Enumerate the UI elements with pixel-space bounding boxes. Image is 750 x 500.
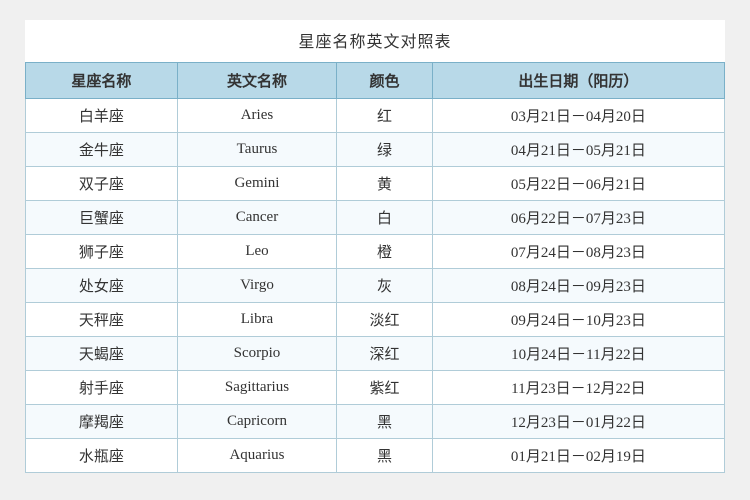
cell-color: 紫红 [337, 371, 433, 405]
cell-date: 09月24日－10月23日 [432, 303, 724, 337]
cell-zh: 金牛座 [26, 133, 178, 167]
table-row: 天蝎座 Scorpio 深红 10月24日－11月22日 [26, 337, 725, 371]
cell-date: 07月24日－08月23日 [432, 235, 724, 269]
cell-en: Virgo [177, 269, 337, 303]
cell-color: 橙 [337, 235, 433, 269]
cell-en: Capricorn [177, 405, 337, 439]
table-header-row: 星座名称 英文名称 颜色 出生日期（阳历） [26, 63, 725, 99]
cell-zh: 狮子座 [26, 235, 178, 269]
table-row: 射手座 Sagittarius 紫红 11月23日－12月22日 [26, 371, 725, 405]
cell-zh: 双子座 [26, 167, 178, 201]
cell-zh: 天蝎座 [26, 337, 178, 371]
cell-color: 黄 [337, 167, 433, 201]
cell-date: 10月24日－11月22日 [432, 337, 724, 371]
cell-en: Cancer [177, 201, 337, 235]
table-row: 白羊座 Aries 红 03月21日－04月20日 [26, 99, 725, 133]
cell-date: 04月21日－05月21日 [432, 133, 724, 167]
cell-zh: 处女座 [26, 269, 178, 303]
cell-en: Libra [177, 303, 337, 337]
col-header-en: 英文名称 [177, 63, 337, 99]
cell-en: Aquarius [177, 439, 337, 473]
cell-color: 绿 [337, 133, 433, 167]
col-header-color: 颜色 [337, 63, 433, 99]
cell-color: 深红 [337, 337, 433, 371]
table-row: 处女座 Virgo 灰 08月24日－09月23日 [26, 269, 725, 303]
cell-zh: 天秤座 [26, 303, 178, 337]
cell-zh: 射手座 [26, 371, 178, 405]
cell-color: 淡红 [337, 303, 433, 337]
cell-en: Aries [177, 99, 337, 133]
cell-zh: 水瓶座 [26, 439, 178, 473]
col-header-date: 出生日期（阳历） [432, 63, 724, 99]
cell-color: 白 [337, 201, 433, 235]
table-row: 双子座 Gemini 黄 05月22日－06月21日 [26, 167, 725, 201]
cell-date: 05月22日－06月21日 [432, 167, 724, 201]
cell-en: Sagittarius [177, 371, 337, 405]
cell-en: Leo [177, 235, 337, 269]
table-row: 金牛座 Taurus 绿 04月21日－05月21日 [26, 133, 725, 167]
cell-color: 红 [337, 99, 433, 133]
cell-zh: 白羊座 [26, 99, 178, 133]
cell-date: 11月23日－12月22日 [432, 371, 724, 405]
table-row: 摩羯座 Capricorn 黑 12月23日－01月22日 [26, 405, 725, 439]
zodiac-table: 星座名称 英文名称 颜色 出生日期（阳历） 白羊座 Aries 红 03月21日… [25, 62, 725, 473]
cell-color: 灰 [337, 269, 433, 303]
cell-date: 03月21日－04月20日 [432, 99, 724, 133]
cell-zh: 摩羯座 [26, 405, 178, 439]
col-header-zh: 星座名称 [26, 63, 178, 99]
cell-date: 01月21日－02月19日 [432, 439, 724, 473]
cell-date: 12月23日－01月22日 [432, 405, 724, 439]
cell-date: 08月24日－09月23日 [432, 269, 724, 303]
table-row: 水瓶座 Aquarius 黑 01月21日－02月19日 [26, 439, 725, 473]
cell-en: Scorpio [177, 337, 337, 371]
table-row: 天秤座 Libra 淡红 09月24日－10月23日 [26, 303, 725, 337]
page-title: 星座名称英文对照表 [25, 20, 725, 62]
cell-zh: 巨蟹座 [26, 201, 178, 235]
table-row: 巨蟹座 Cancer 白 06月22日－07月23日 [26, 201, 725, 235]
cell-date: 06月22日－07月23日 [432, 201, 724, 235]
table-row: 狮子座 Leo 橙 07月24日－08月23日 [26, 235, 725, 269]
cell-color: 黑 [337, 405, 433, 439]
cell-en: Gemini [177, 167, 337, 201]
cell-en: Taurus [177, 133, 337, 167]
main-container: 星座名称英文对照表 星座名称 英文名称 颜色 出生日期（阳历） 白羊座 Arie… [25, 20, 725, 473]
cell-color: 黑 [337, 439, 433, 473]
